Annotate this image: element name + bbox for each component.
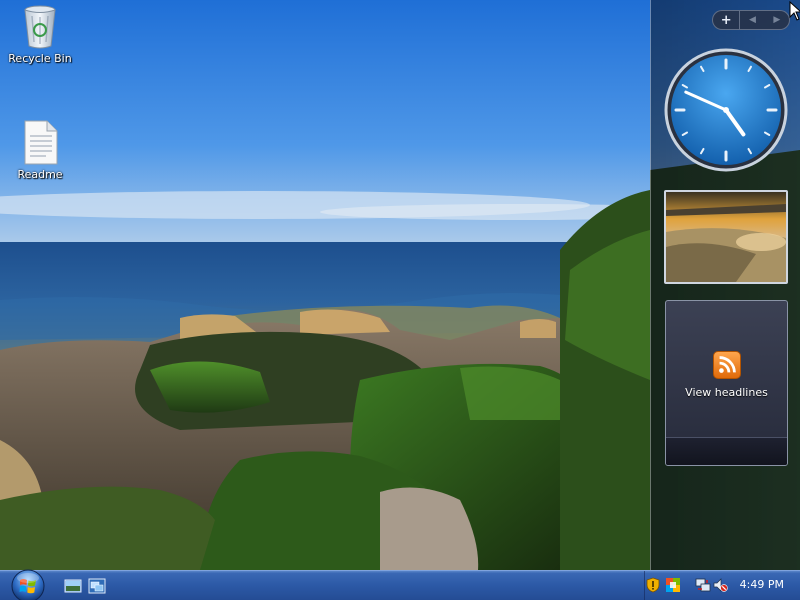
- next-page-button[interactable]: ▶: [765, 11, 789, 29]
- plus-icon: +: [720, 12, 732, 28]
- add-gadget-button[interactable]: +: [713, 11, 741, 29]
- windows-sidebar: + ◀ ▶ View headlines: [650, 0, 800, 570]
- feed-footer: [666, 437, 787, 465]
- clock-gadget[interactable]: [663, 46, 789, 174]
- sidebar-toolbar: + ◀ ▶: [712, 10, 790, 30]
- recycle-bin-label: Recycle Bin: [8, 52, 72, 65]
- switch-windows-icon[interactable]: [88, 578, 106, 594]
- taskbar: 4:49 PM: [0, 567, 800, 600]
- security-center-icon[interactable]: [665, 577, 681, 593]
- readme-label: Readme: [17, 168, 63, 181]
- chevron-right-icon: ▶: [773, 15, 781, 25]
- feed-headlines-gadget[interactable]: View headlines: [665, 300, 788, 466]
- recycle-bin-icon: [24, 5, 56, 49]
- recycle-bin-shortcut[interactable]: Recycle Bin: [2, 2, 78, 65]
- taskbar-clock[interactable]: 4:49 PM: [740, 578, 784, 591]
- security-shield-icon[interactable]: [645, 577, 661, 593]
- start-button[interactable]: [6, 567, 50, 600]
- slideshow-gadget[interactable]: [664, 190, 788, 284]
- network-icon[interactable]: [695, 577, 711, 593]
- readme-shortcut[interactable]: Readme: [2, 118, 78, 181]
- show-desktop-icon[interactable]: [64, 578, 82, 594]
- text-document-icon: [24, 120, 58, 165]
- view-headlines-link[interactable]: View headlines: [666, 386, 787, 399]
- chevron-left-icon: ◀: [749, 15, 756, 25]
- mouse-pointer-icon: [789, 1, 800, 21]
- previous-page-button[interactable]: ◀: [740, 11, 764, 29]
- notification-area: 4:49 PM: [644, 571, 800, 600]
- slideshow-photo: [666, 192, 786, 282]
- volume-muted-icon[interactable]: [712, 577, 728, 593]
- rss-feed-icon: [713, 351, 741, 379]
